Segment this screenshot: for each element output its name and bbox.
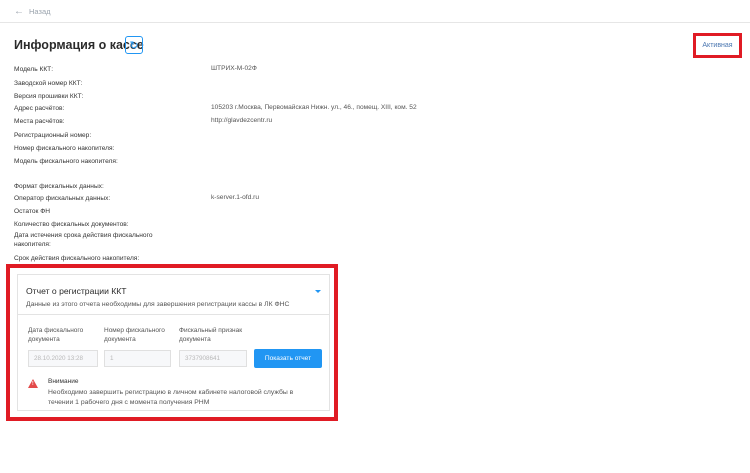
info-value: http://glavdezcentr.ru bbox=[211, 117, 273, 124]
fiscal-date-label: Дата фискального документа bbox=[28, 327, 84, 343]
info-label: Количество фискальных документов: bbox=[14, 221, 129, 228]
info-value: ШТРИХ-М-02Ф bbox=[211, 65, 257, 72]
warning-text: Необходимо завершить регистрацию в лично… bbox=[48, 389, 294, 406]
top-bar: ← Назад bbox=[0, 0, 750, 23]
report-title: Отчет о регистрации ККТ bbox=[26, 286, 127, 296]
info-label: Оператор фискальных данных: bbox=[14, 195, 111, 202]
info-label: Модель фискального накопителя: bbox=[14, 158, 118, 165]
info-label: Места расчётов: bbox=[14, 118, 65, 125]
info-label: Срок действия фискального накопителя: bbox=[14, 255, 140, 262]
info-label: Адрес расчётов: bbox=[14, 105, 65, 112]
refresh-button[interactable]: ↻ bbox=[125, 36, 143, 54]
info-label: Версия прошивки ККТ: bbox=[14, 93, 84, 100]
fiscal-sign-label: Фискальный признак документа bbox=[179, 327, 243, 343]
status-badge: Активная bbox=[702, 42, 733, 49]
warning-icon: ! bbox=[28, 379, 38, 388]
arrow-left-icon: ← bbox=[14, 5, 24, 17]
report-highlight: Отчет о регистрации ККТ Данные из этого … bbox=[6, 264, 338, 421]
chevron-down-icon[interactable] bbox=[315, 290, 321, 293]
info-label: Остаток ФН bbox=[14, 208, 50, 215]
info-label: Формат фискальных данных: bbox=[14, 183, 104, 190]
info-label: Номер фискального накопителя: bbox=[14, 145, 115, 152]
warning-title: Внимание bbox=[48, 378, 79, 385]
info-value: k-server.1-ofd.ru bbox=[211, 194, 260, 201]
registration-report-card: Отчет о регистрации ККТ Данные из этого … bbox=[17, 274, 330, 411]
fiscal-date-input[interactable]: 28.10.2020 13:28 bbox=[28, 350, 98, 367]
info-label: Модель ККТ: bbox=[14, 66, 54, 73]
status-highlight: Активная bbox=[693, 33, 742, 58]
fiscal-number-input[interactable]: 1 bbox=[104, 350, 171, 367]
show-report-button[interactable]: Показать отчет bbox=[254, 349, 322, 368]
info-label: Заводской номер ККТ: bbox=[14, 80, 83, 87]
refresh-icon: ↻ bbox=[129, 39, 139, 52]
back-link[interactable]: ← Назад bbox=[14, 5, 51, 17]
report-subtitle: Данные из этого отчета необходимы для за… bbox=[26, 301, 290, 308]
back-label: Назад bbox=[29, 7, 51, 16]
info-label: Дата истечения срока действия фискальног… bbox=[14, 232, 153, 248]
report-header[interactable]: Отчет о регистрации ККТ Данные из этого … bbox=[18, 275, 329, 315]
fiscal-sign-input[interactable]: 3737908641 bbox=[179, 350, 247, 367]
info-value: 105203 г.Москва, Первомайская Нижн. ул.,… bbox=[211, 104, 417, 111]
info-label: Регистрационный номер: bbox=[14, 132, 92, 139]
fiscal-number-label: Номер фискального документа bbox=[104, 327, 165, 343]
